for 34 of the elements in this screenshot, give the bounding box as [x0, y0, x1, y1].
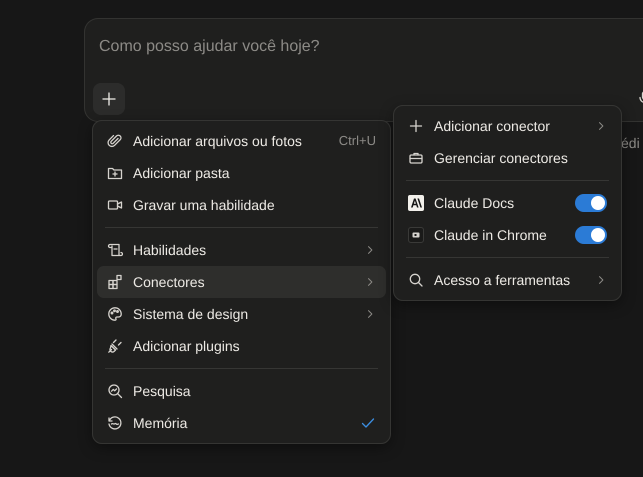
browser-icon [408, 227, 424, 243]
plug-icon [107, 338, 123, 354]
logo-icon [408, 195, 424, 211]
toggle-switch[interactable] [575, 194, 607, 212]
palette-icon [107, 306, 123, 322]
placeholder-text: Como posso ajudar você hoje? [99, 37, 320, 57]
menu-item[interactable]: Memória [97, 407, 386, 439]
search-icon [408, 272, 424, 288]
menu-item[interactable]: Sistema de design [97, 298, 386, 330]
menu-item[interactable]: Habilidades [97, 234, 386, 266]
paperclip-icon [107, 133, 123, 149]
menu-item[interactable]: Claude Docs [398, 187, 617, 219]
add-button[interactable] [93, 83, 125, 115]
toggle-switch[interactable] [575, 226, 607, 244]
memory-icon [107, 415, 123, 431]
menu-item[interactable]: Claude in Chrome [398, 219, 617, 251]
menu-item[interactable]: Conectores [97, 266, 386, 298]
scroll-icon [107, 242, 123, 258]
magnifier-chart-icon [107, 383, 123, 399]
menu-item[interactable]: Pesquisa [97, 375, 386, 407]
menu-item[interactable]: Acesso a ferramentas [398, 264, 617, 296]
blocks-icon [107, 274, 123, 290]
menu-item[interactable]: Gerenciar conectores [398, 142, 617, 174]
background-text: édi [621, 134, 640, 153]
message-field[interactable]: Como posso ajudar você hoje? [84, 18, 643, 122]
plus-icon [408, 118, 424, 134]
menu-item[interactable]: Adicionar arquivos ou fotos Ctrl+U [97, 125, 386, 157]
briefcase-icon [408, 150, 424, 166]
plus-icon [101, 91, 117, 107]
shortcut-text: Ctrl+U [338, 132, 376, 150]
menu-item[interactable]: Adicionar plugins [97, 330, 386, 362]
menu-item[interactable]: Adicionar pasta [97, 157, 386, 189]
folder-plus-icon [107, 165, 123, 181]
menu-item[interactable]: Gravar uma habilidade [97, 189, 386, 221]
